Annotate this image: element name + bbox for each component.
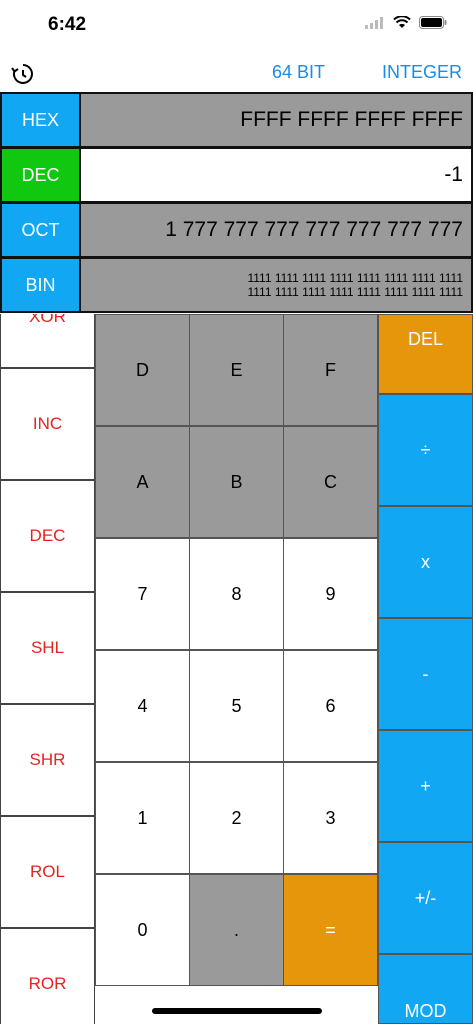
key-e[interactable]: E [189, 314, 284, 426]
history-button[interactable] [10, 62, 34, 86]
wifi-icon [393, 16, 411, 28]
battery-icon [419, 16, 447, 29]
status-icons [365, 16, 447, 29]
key-8[interactable]: 8 [189, 538, 284, 650]
history-icon [11, 64, 33, 84]
op-inc-button[interactable]: INC [0, 368, 95, 480]
key-negate[interactable]: +/- [378, 842, 473, 954]
oct-row: OCT 1 777 777 777 777 777 777 777 [0, 202, 473, 258]
bin-value-line-2: 1111 1111 1111 1111 1111 1111 1111 1111 [247, 285, 463, 299]
dec-base-button[interactable]: DEC [2, 149, 81, 201]
key-5[interactable]: 5 [189, 650, 284, 762]
key-plus[interactable]: + [378, 730, 473, 842]
op-ror-button[interactable]: ROR [0, 928, 95, 1024]
key-6[interactable]: 6 [283, 650, 378, 762]
bit-mode-button[interactable]: 64 BIT [272, 62, 325, 83]
op-shl-button[interactable]: SHL [0, 592, 95, 704]
op-shr-button[interactable]: SHR [0, 704, 95, 816]
key-c[interactable]: C [283, 426, 378, 538]
key-equals[interactable]: = [283, 874, 378, 986]
op-rol-button[interactable]: ROL [0, 816, 95, 928]
key-a[interactable]: A [95, 426, 190, 538]
key-minus[interactable]: - [378, 618, 473, 730]
key-multiply[interactable]: x [378, 506, 473, 618]
hex-value: FFFF FFFF FFFF FFFF [81, 94, 471, 146]
signal-icon [365, 16, 383, 29]
key-decimal-point[interactable]: . [189, 874, 284, 986]
key-2[interactable]: 2 [189, 762, 284, 874]
bin-row: BIN 1111 1111 1111 1111 1111 1111 1111 1… [0, 257, 473, 313]
oct-value: 1 777 777 777 777 777 777 777 [81, 204, 471, 256]
bin-value: 1111 1111 1111 1111 1111 1111 1111 1111 … [81, 259, 471, 311]
hex-row: HEX FFFF FFFF FFFF FFFF [0, 92, 473, 148]
key-mod[interactable]: MOD [378, 954, 473, 1024]
op-dec-button[interactable]: DEC [0, 480, 95, 592]
number-type-button[interactable]: INTEGER [382, 62, 462, 83]
home-indicator[interactable] [152, 1008, 322, 1014]
bin-base-button[interactable]: BIN [2, 259, 81, 311]
status-time: 6:42 [48, 14, 87, 35]
operations-column[interactable]: XOR INC DEC SHL SHR ROL ROR [0, 314, 95, 1024]
key-9[interactable]: 9 [283, 538, 378, 650]
dec-value: -1 [81, 149, 471, 201]
key-7[interactable]: 7 [95, 538, 190, 650]
key-b[interactable]: B [189, 426, 284, 538]
oct-base-button[interactable]: OCT [2, 204, 81, 256]
key-delete[interactable]: DEL [378, 314, 473, 394]
key-4[interactable]: 4 [95, 650, 190, 762]
op-xor-button[interactable]: XOR [0, 314, 95, 368]
key-0[interactable]: 0 [95, 874, 190, 986]
key-f[interactable]: F [283, 314, 378, 426]
key-1[interactable]: 1 [95, 762, 190, 874]
hex-base-button[interactable]: HEX [2, 94, 81, 146]
dec-row: DEC -1 [0, 147, 473, 203]
key-divide[interactable]: ÷ [378, 394, 473, 506]
key-d[interactable]: D [95, 314, 190, 426]
bin-value-line-1: 1111 1111 1111 1111 1111 1111 1111 1111 [247, 271, 463, 285]
key-3[interactable]: 3 [283, 762, 378, 874]
